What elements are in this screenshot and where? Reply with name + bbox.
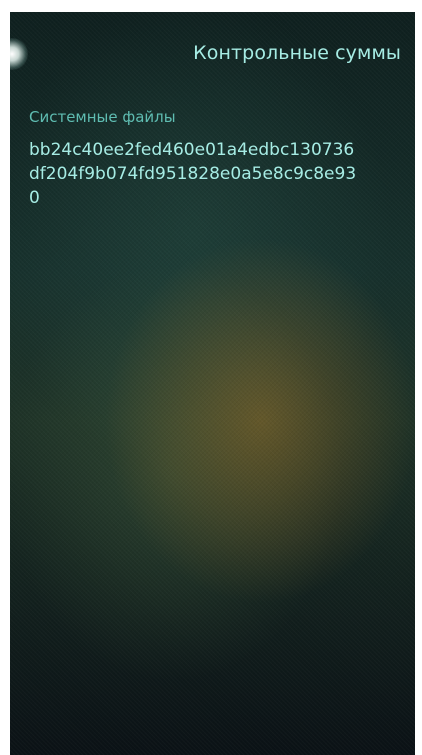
checksum-line: 0 xyxy=(29,188,40,208)
checksum-value: bb24c40ee2fed460e01a4edbc130736 df204f9b… xyxy=(29,138,404,210)
checksum-line: df204f9b074fd951828e0a5e8c9c8e93 xyxy=(29,164,357,184)
checksum-line: bb24c40ee2fed460e01a4edbc130736 xyxy=(29,140,355,160)
page-title: Контрольные суммы xyxy=(193,42,401,64)
section-label: Системные файлы xyxy=(29,108,176,126)
checksum-page: Контрольные суммы Системные файлы bb24c4… xyxy=(10,12,415,755)
pulley-menu-glow-icon[interactable] xyxy=(10,38,28,70)
